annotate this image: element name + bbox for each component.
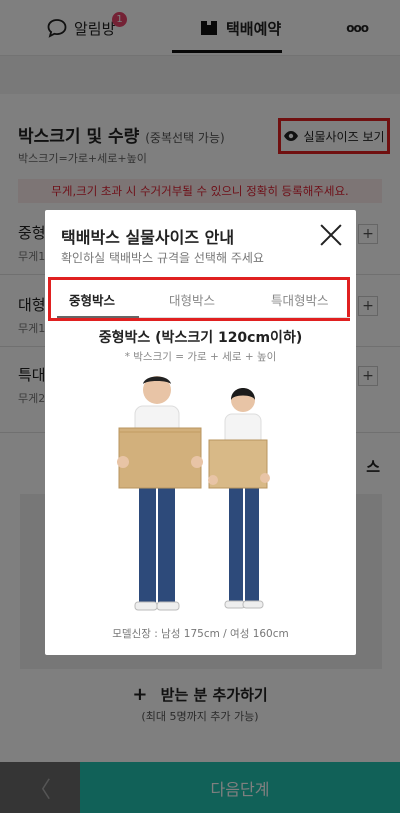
tab-large-box[interactable]: 대형박스	[169, 290, 215, 309]
size-title: 중형박스 (박스크기 120cm이하)	[98, 330, 303, 346]
size-guide-modal: 택배박스 실물사이즈 안내 확인하실 택배박스 규격을 선택해 주세요 중형박스…	[45, 210, 356, 655]
modal-subtitle: 확인하실 택배박스 규격을 선택해 주세요	[61, 251, 264, 265]
model-height-info: 모델신장 : 남성 175cm / 여성 160cm	[112, 628, 289, 640]
size-tabs: 중형박스 대형박스 특대형박스	[48, 277, 350, 321]
tab-medium-box[interactable]: 중형박스	[69, 290, 115, 309]
modal-title: 택배박스 실물사이즈 안내	[61, 228, 235, 247]
models-holding-box-image	[117, 376, 270, 611]
close-icon[interactable]	[319, 223, 343, 247]
active-tab-underline	[57, 316, 139, 318]
size-note: * 박스크기 = 가로 + 세로 + 높이	[124, 351, 277, 363]
tab-xlarge-box[interactable]: 특대형박스	[271, 290, 329, 309]
tab-rule	[139, 317, 350, 318]
